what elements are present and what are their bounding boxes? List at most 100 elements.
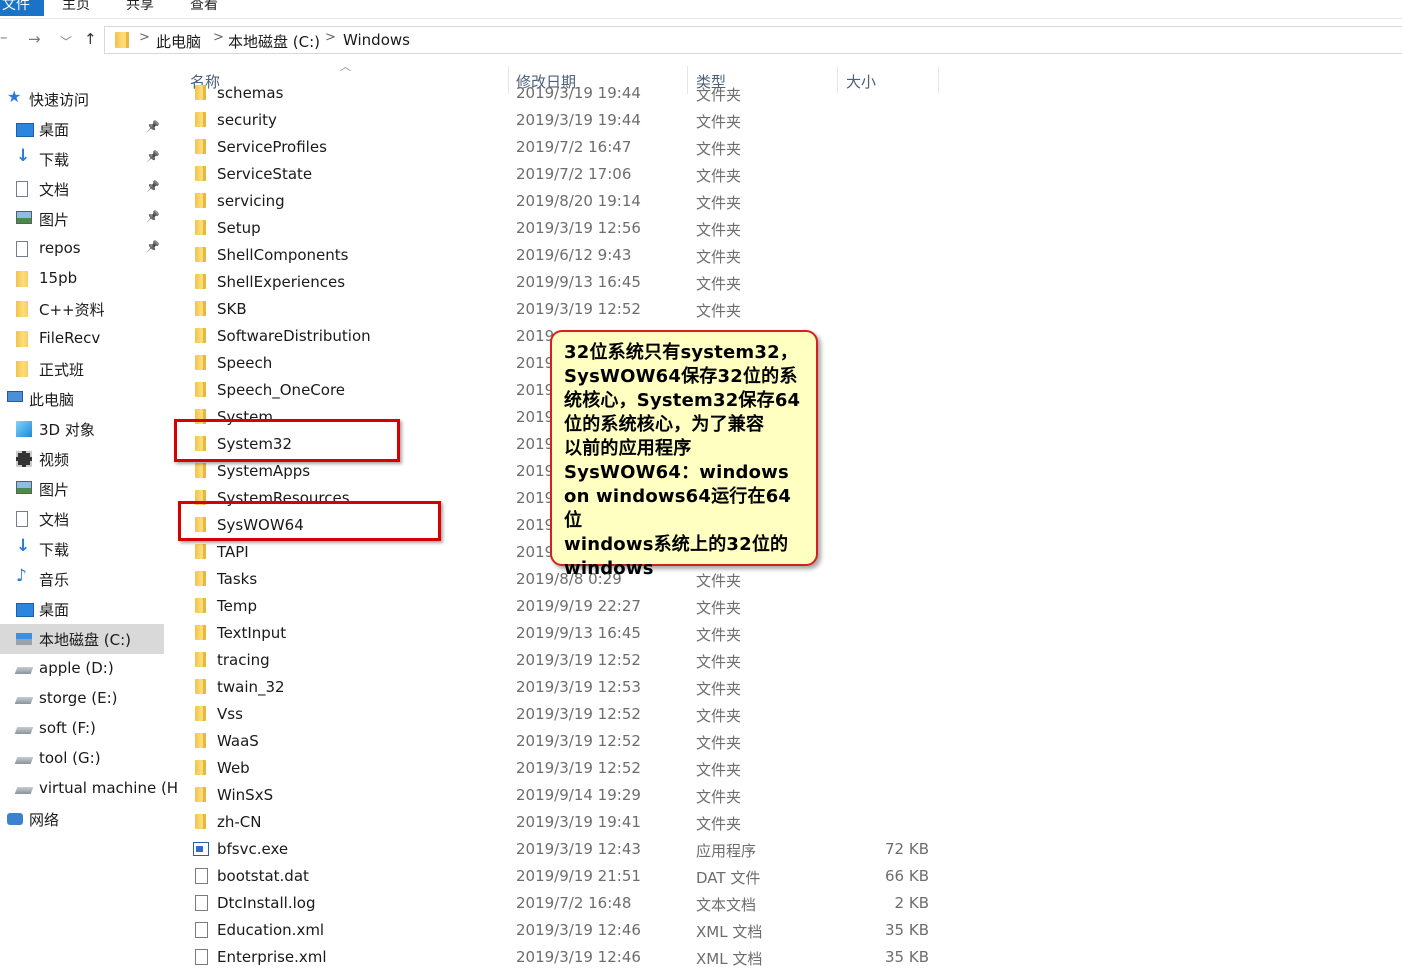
folder-icon bbox=[16, 301, 28, 317]
file-type: 文件夹 bbox=[696, 248, 742, 266]
forward-arrow-icon[interactable]: → bbox=[28, 30, 41, 48]
sidebar-item[interactable]: ↓ 下载 📌 bbox=[0, 144, 164, 174]
drive-icon bbox=[14, 727, 34, 734]
breadcrumb-separator-icon[interactable]: > bbox=[325, 30, 336, 45]
computer-icon bbox=[7, 391, 23, 402]
file-name: ServiceState bbox=[217, 165, 313, 183]
sidebar-item[interactable]: FileRecv bbox=[0, 324, 164, 354]
breadcrumb-this-pc[interactable]: 此电脑 bbox=[156, 31, 201, 52]
breadcrumb-windows[interactable]: Windows bbox=[343, 31, 410, 49]
sidebar-item[interactable]: 网络 bbox=[0, 804, 164, 834]
file-date-modified: 2019/9/13 16:45 bbox=[516, 273, 641, 291]
file-row[interactable]: Temp 2019/9/19 22:27 文件夹 bbox=[168, 593, 948, 620]
sidebar-item[interactable]: 视频 bbox=[0, 444, 164, 474]
sidebar-item[interactable]: ↓ 下载 bbox=[0, 534, 164, 564]
folder-icon bbox=[195, 166, 206, 181]
sidebar-item[interactable]: storge (E:) bbox=[0, 684, 164, 714]
back-arrow-icon[interactable]: – bbox=[0, 28, 8, 46]
sidebar-item-label: 此电脑 bbox=[29, 391, 75, 409]
download-icon: ↓ bbox=[16, 536, 31, 556]
file-row[interactable]: ShellComponents 2019/6/12 9:43 文件夹 bbox=[168, 242, 948, 269]
file-row[interactable]: schemas 2019/3/19 19:44 文件夹 bbox=[168, 80, 948, 107]
file-row[interactable]: WaaS 2019/3/19 12:52 文件夹 bbox=[168, 728, 948, 755]
folder-icon bbox=[195, 625, 206, 640]
pin-icon[interactable]: 📌 bbox=[146, 240, 160, 253]
sidebar-item[interactable]: 文档 📌 bbox=[0, 174, 164, 204]
file-row[interactable]: Education.xml 2019/3/19 12:46 XML 文档 35 KB bbox=[168, 917, 948, 944]
file-name: WinSxS bbox=[217, 786, 274, 804]
navigation-bar: – → ﹀ ↑ > 此电脑 > 本地磁盘 (C:) > Windows bbox=[0, 26, 1402, 56]
file-row[interactable]: bootstat.dat 2019/9/19 21:51 DAT 文件 66 KB bbox=[168, 863, 948, 890]
file-row[interactable]: SKB 2019/3/19 12:52 文件夹 bbox=[168, 296, 948, 323]
sidebar-item-label: 桌面 bbox=[39, 121, 70, 139]
file-name: TAPI bbox=[217, 543, 249, 561]
recent-locations-chevron-icon[interactable]: ﹀ bbox=[60, 33, 72, 50]
file-row[interactable]: Tasks 2019/8/8 0:29 文件夹 bbox=[168, 566, 948, 593]
file-type: 文件夹 bbox=[696, 167, 742, 185]
sidebar-item[interactable]: 文档 bbox=[0, 504, 164, 534]
sidebar-item[interactable]: 桌面 bbox=[0, 594, 164, 624]
sidebar-item[interactable]: ★ 快速访问 bbox=[0, 84, 164, 114]
up-arrow-icon[interactable]: ↑ bbox=[84, 30, 97, 48]
file-row[interactable]: WinSxS 2019/9/14 19:29 文件夹 bbox=[168, 782, 948, 809]
highlight-box-system32 bbox=[174, 419, 400, 462]
sidebar-item[interactable]: 图片 bbox=[0, 474, 164, 504]
highlight-box-syswow64 bbox=[178, 501, 441, 541]
folder-icon bbox=[195, 814, 206, 829]
file-size: 35 KB bbox=[885, 948, 929, 966]
breadcrumb-local-disk-c[interactable]: 本地磁盘 (C:) bbox=[228, 31, 320, 52]
file-row[interactable]: twain_32 2019/3/19 12:53 文件夹 bbox=[168, 674, 948, 701]
sidebar-item[interactable]: 图片 📌 bbox=[0, 204, 164, 234]
file-name: SKB bbox=[217, 300, 247, 318]
sidebar-item[interactable]: repos 📌 bbox=[0, 234, 164, 264]
folder-icon bbox=[195, 355, 206, 370]
tab-home[interactable]: 主页 bbox=[62, 0, 90, 16]
folder-icon bbox=[195, 274, 206, 289]
sidebar-item[interactable]: 3D 对象 bbox=[0, 414, 164, 444]
pin-icon[interactable]: 📌 bbox=[146, 210, 160, 223]
tab-share[interactable]: 共享 bbox=[126, 0, 154, 16]
desktop-icon bbox=[16, 123, 34, 137]
sidebar-item[interactable]: C++资料 bbox=[0, 294, 164, 324]
sidebar-item[interactable]: 桌面 📌 bbox=[0, 114, 164, 144]
file-row[interactable]: tracing 2019/3/19 12:52 文件夹 bbox=[168, 647, 948, 674]
file-row[interactable]: security 2019/3/19 19:44 文件夹 bbox=[168, 107, 948, 134]
breadcrumb-separator-icon[interactable]: > bbox=[139, 30, 150, 45]
folder-icon bbox=[195, 652, 206, 667]
pin-icon[interactable]: 📌 bbox=[146, 120, 160, 133]
file-row[interactable]: TextInput 2019/9/13 16:45 文件夹 bbox=[168, 620, 948, 647]
pin-icon[interactable]: 📌 bbox=[146, 150, 160, 163]
file-row[interactable]: servicing 2019/8/20 19:14 文件夹 bbox=[168, 188, 948, 215]
sidebar-item-label: apple (D:) bbox=[39, 659, 114, 677]
file-row[interactable]: ShellExperiences 2019/9/13 16:45 文件夹 bbox=[168, 269, 948, 296]
sidebar-item[interactable]: ♪ 音乐 bbox=[0, 564, 164, 594]
sidebar-item[interactable]: 此电脑 bbox=[0, 384, 164, 414]
file-row[interactable]: Vss 2019/3/19 12:52 文件夹 bbox=[168, 701, 948, 728]
sidebar-item[interactable]: soft (F:) bbox=[0, 714, 164, 744]
file-type: 文件夹 bbox=[696, 788, 742, 806]
file-row[interactable]: Enterprise.xml 2019/3/19 12:46 XML 文档 35 KB bbox=[168, 944, 948, 971]
pin-icon[interactable]: 📌 bbox=[146, 180, 160, 193]
file-row[interactable]: ServiceState 2019/7/2 17:06 文件夹 bbox=[168, 161, 948, 188]
file-row[interactable]: Setup 2019/3/19 12:56 文件夹 bbox=[168, 215, 948, 242]
sidebar-item[interactable]: virtual machine (H bbox=[0, 774, 178, 804]
cube-icon bbox=[16, 421, 32, 437]
sidebar-item[interactable]: 本地磁盘 (C:) bbox=[0, 624, 164, 654]
file-row[interactable]: bfsvc.exe 2019/3/19 12:43 应用程序 72 KB bbox=[168, 836, 948, 863]
sidebar-item[interactable]: 15pb bbox=[0, 264, 164, 294]
sidebar-item[interactable]: 正式班 bbox=[0, 354, 164, 384]
file-row[interactable]: zh-CN 2019/3/19 19:41 文件夹 bbox=[168, 809, 948, 836]
sidebar-item[interactable]: apple (D:) bbox=[0, 654, 164, 684]
file-type: 文件夹 bbox=[696, 680, 742, 698]
tab-view[interactable]: 查看 bbox=[190, 0, 218, 16]
folder-icon bbox=[195, 382, 206, 397]
file-row[interactable]: Web 2019/3/19 12:52 文件夹 bbox=[168, 755, 948, 782]
address-bar[interactable]: > 此电脑 > 本地磁盘 (C:) > Windows bbox=[104, 26, 1402, 54]
file-row[interactable]: DtcInstall.log 2019/7/2 16:48 文本文档 2 KB bbox=[168, 890, 948, 917]
file-row[interactable]: ServiceProfiles 2019/7/2 16:47 文件夹 bbox=[168, 134, 948, 161]
file-size: 35 KB bbox=[885, 921, 929, 939]
tab-file[interactable]: 文件 bbox=[0, 0, 44, 16]
breadcrumb-separator-icon[interactable]: > bbox=[213, 30, 224, 45]
sidebar-item[interactable]: tool (G:) bbox=[0, 744, 164, 774]
file-date-modified: 2019/3/19 12:52 bbox=[516, 705, 641, 723]
